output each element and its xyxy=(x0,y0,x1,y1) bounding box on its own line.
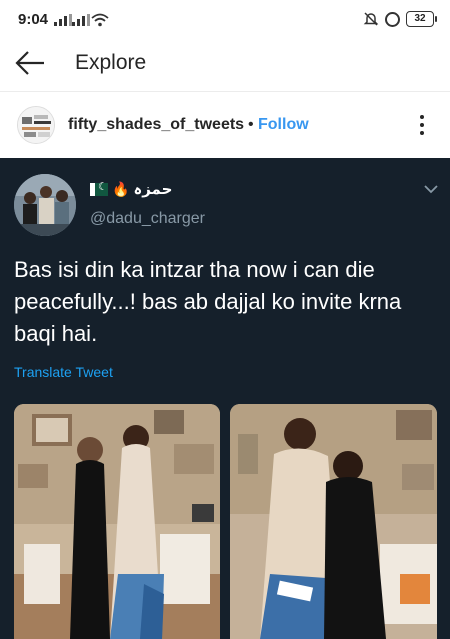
tweet-avatar xyxy=(14,174,76,236)
tweet-handle: @dadu_charger xyxy=(90,210,205,227)
avatar[interactable] xyxy=(17,106,55,144)
more-options-icon[interactable] xyxy=(414,112,430,138)
tweet-photo-1 xyxy=(14,404,220,639)
tweet-display-name: حمزہ xyxy=(133,180,173,198)
status-time: 9:04 xyxy=(18,11,49,28)
battery-indicator: 32 xyxy=(406,11,437,27)
tweet-photo-2 xyxy=(230,404,437,639)
wifi-icon xyxy=(91,13,109,27)
follow-button[interactable]: Follow xyxy=(258,116,309,134)
top-bar: Explore xyxy=(0,34,450,92)
post-header: fifty_shades_of_tweets • Follow xyxy=(0,92,450,158)
post-username[interactable]: fifty_shades_of_tweets xyxy=(68,116,244,134)
tweet-name-row: 🔥 حمزہ xyxy=(90,180,172,198)
translate-tweet-link: Translate Tweet xyxy=(14,364,113,380)
tweet-image[interactable]: 🔥 حمزہ @dadu_charger Bas isi din ka intz… xyxy=(0,158,450,639)
chevron-down-icon xyxy=(424,185,438,194)
back-arrow-icon[interactable] xyxy=(14,48,46,78)
status-bar: 9:04 32 xyxy=(0,0,450,34)
photo-two-women-studio-icon xyxy=(14,404,220,639)
fire-icon: 🔥 xyxy=(112,180,130,197)
alarm-icon xyxy=(385,11,400,27)
pakistan-flag-icon xyxy=(90,180,108,196)
page-title: Explore xyxy=(75,51,147,74)
separator-dot: • xyxy=(248,116,254,133)
tweet-text: Bas isi din ka intzar tha now i can die … xyxy=(14,257,402,346)
mute-icon xyxy=(363,12,379,26)
photo-two-women-embrace-icon xyxy=(230,404,437,639)
